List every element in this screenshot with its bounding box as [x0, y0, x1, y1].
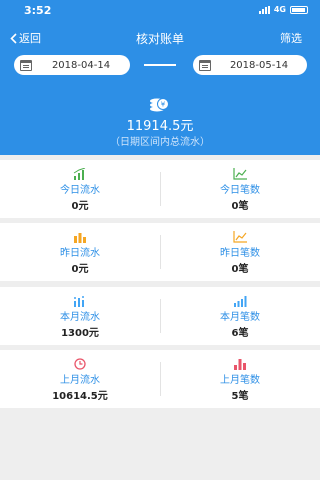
bar-chart-green-icon	[73, 168, 86, 180]
total-amount: 11914.5元	[126, 119, 194, 134]
stat-label: 上月流水	[60, 375, 100, 386]
bar-chart-orange-icon	[74, 233, 86, 243]
end-date-picker[interactable]: 2018-05-14	[193, 55, 307, 75]
signal-icon	[258, 5, 270, 14]
stat-month-flow[interactable]: 本月流水 1300元	[0, 287, 160, 345]
stat-label: 昨日流水	[60, 248, 100, 259]
calendar-icon	[20, 59, 32, 71]
network-type: 4G	[273, 5, 286, 14]
stat-last-month-flow[interactable]: 上月流水 10614.5元	[0, 350, 160, 408]
stat-value: 0笔	[231, 264, 249, 275]
stat-value: 6笔	[231, 328, 249, 339]
stat-today-count[interactable]: 今日笔数 0笔	[160, 160, 320, 218]
end-date: 2018-05-14	[229, 59, 289, 71]
clock-red-icon	[74, 358, 86, 370]
calendar-icon	[199, 59, 211, 71]
total-caption: （日期区间内总流水）	[110, 137, 210, 148]
start-date: 2018-04-14	[51, 59, 111, 71]
bar-chart-blue-icon	[74, 296, 84, 307]
filter-button[interactable]: 筛选	[280, 30, 302, 46]
bar-chart-red-icon	[234, 359, 246, 370]
stat-label: 本月笔数	[220, 312, 260, 323]
stat-value: 0元	[71, 201, 89, 212]
nav-bar: 返回 核对账单 筛选	[0, 28, 320, 48]
stat-value: 0笔	[231, 201, 249, 212]
app-screen: 3:52 4G 返回 核对账单 筛选 2018-04-14 2018-05-14…	[0, 0, 320, 480]
stat-value: 1300元	[61, 328, 99, 339]
status-time: 3:52	[24, 4, 52, 17]
battery-icon	[290, 5, 308, 14]
stats-card-this-month: 本月流水 1300元 本月笔数 6笔	[0, 287, 320, 345]
stat-label: 今日笔数	[220, 185, 260, 196]
line-chart-orange-icon	[233, 231, 247, 243]
date-separator	[144, 64, 176, 66]
start-date-picker[interactable]: 2018-04-14	[14, 55, 130, 75]
date-range: 2018-04-14 2018-05-14	[0, 55, 320, 77]
stat-month-count[interactable]: 本月笔数 6笔	[160, 287, 320, 345]
stat-value: 5笔	[231, 391, 249, 402]
status-indicators: 4G	[258, 5, 308, 14]
stat-today-flow[interactable]: 今日流水 0元	[0, 160, 160, 218]
coins-icon: ¥	[150, 98, 169, 112]
stats-card-today: 今日流水 0元 今日笔数 0笔	[0, 160, 320, 218]
stats-card-yesterday: 昨日流水 0元 昨日笔数 0笔	[0, 223, 320, 281]
stat-value: 0元	[71, 264, 89, 275]
stat-yesterday-flow[interactable]: 昨日流水 0元	[0, 223, 160, 281]
stat-yesterday-count[interactable]: 昨日笔数 0笔	[160, 223, 320, 281]
stat-last-month-count[interactable]: 上月笔数 5笔	[160, 350, 320, 408]
stat-label: 今日流水	[60, 185, 100, 196]
stat-label: 昨日笔数	[220, 248, 260, 259]
stat-value: 10614.5元	[52, 391, 108, 402]
stats-card-last-month: 上月流水 10614.5元 上月笔数 5笔	[0, 350, 320, 408]
line-chart-green-icon	[233, 168, 247, 180]
stat-label: 上月笔数	[220, 375, 260, 386]
bar-chart-blue-icon	[234, 296, 247, 307]
stat-label: 本月流水	[60, 312, 100, 323]
status-bar: 3:52 4G	[0, 0, 320, 22]
page-title: 核对账单	[135, 32, 184, 46]
header: 3:52 4G 返回 核对账单 筛选 2018-04-14 2018-05-14…	[0, 0, 320, 155]
svg-text:¥: ¥	[161, 101, 166, 109]
